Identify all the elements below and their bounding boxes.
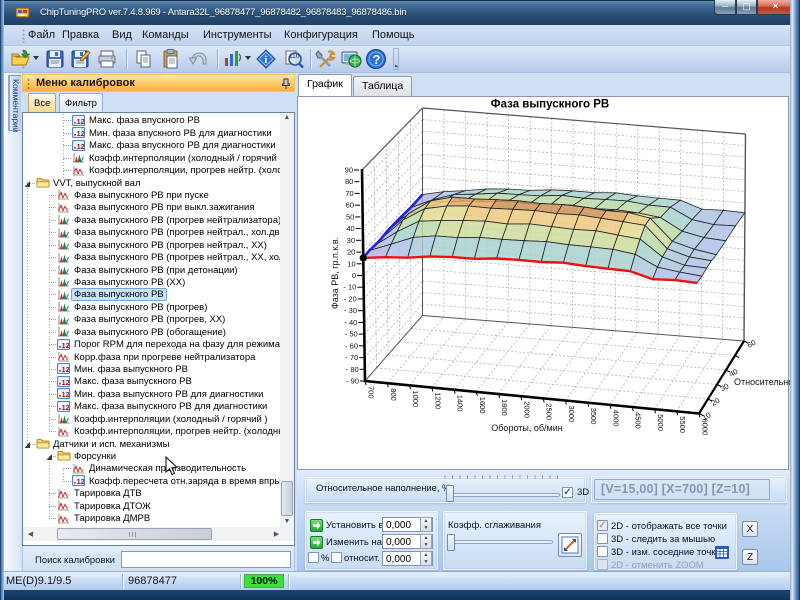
- svg-text:40: 40: [346, 224, 354, 233]
- svg-text:- 40: - 40: [344, 318, 357, 327]
- svg-text:1400: 1400: [456, 395, 465, 412]
- svg-text:20: 20: [710, 396, 722, 408]
- svg-text:- 20: - 20: [344, 294, 357, 303]
- svg-text:30: 30: [719, 381, 731, 393]
- svg-text:90: 90: [345, 166, 353, 175]
- svg-text:20: 20: [347, 248, 355, 257]
- svg-text:60: 60: [746, 338, 758, 350]
- svg-text:1800: 1800: [500, 399, 509, 416]
- svg-text:70: 70: [345, 189, 353, 198]
- svg-text:4500: 4500: [634, 412, 643, 429]
- svg-text:Обороты, об/мин: Обороты, об/мин: [491, 423, 562, 433]
- svg-text:- 50: - 50: [345, 330, 358, 339]
- svg-text:700: 700: [367, 386, 376, 399]
- svg-text:12: 12: [62, 378, 70, 387]
- svg-text:- 10: - 10: [343, 283, 356, 292]
- svg-text:12: 12: [77, 142, 85, 151]
- svg-text:i: i: [264, 54, 267, 66]
- svg-text:50: 50: [346, 212, 354, 221]
- svg-text:12: 12: [62, 390, 70, 399]
- svg-text:- 80: - 80: [346, 365, 359, 374]
- svg-text:2500: 2500: [545, 403, 554, 420]
- svg-text:- 70: - 70: [345, 353, 358, 362]
- svg-text:12: 12: [77, 117, 85, 126]
- svg-text:Относительное наполнение: Относительное наполнение: [734, 377, 790, 387]
- svg-text:- 90: - 90: [346, 377, 359, 386]
- svg-text:12: 12: [62, 365, 70, 374]
- svg-text:0: 0: [352, 271, 356, 280]
- svg-text:1600: 1600: [478, 397, 487, 414]
- svg-text:- 60: - 60: [345, 341, 358, 350]
- svg-text:5000: 5000: [656, 414, 665, 431]
- svg-text:30: 30: [347, 236, 355, 245]
- svg-text:800: 800: [389, 388, 398, 401]
- svg-text:?: ?: [373, 52, 381, 67]
- svg-text:12: 12: [77, 477, 85, 486]
- svg-text:Фаза РВ, гр.п.к.в.: Фаза РВ, гр.п.к.в.: [330, 237, 340, 309]
- svg-text:1200: 1200: [433, 393, 442, 410]
- svg-text:12: 12: [62, 341, 70, 350]
- svg-text:3000: 3000: [567, 406, 576, 423]
- svg-text:12: 12: [77, 129, 85, 138]
- svg-text:4000: 4000: [611, 410, 620, 427]
- svg-text:12: 12: [62, 403, 70, 412]
- svg-text:110: 110: [289, 53, 300, 60]
- svg-text:60: 60: [346, 201, 354, 210]
- svg-text:80: 80: [345, 177, 353, 186]
- svg-text:5500: 5500: [678, 416, 687, 433]
- svg-text:Фаза выпускного РВ: Фаза выпускного РВ: [491, 99, 609, 111]
- svg-text:3500: 3500: [589, 408, 598, 425]
- svg-text:2000: 2000: [522, 401, 531, 418]
- svg-text:- 30: - 30: [344, 306, 357, 315]
- svg-text:1000: 1000: [411, 390, 420, 407]
- svg-text:10: 10: [347, 259, 355, 268]
